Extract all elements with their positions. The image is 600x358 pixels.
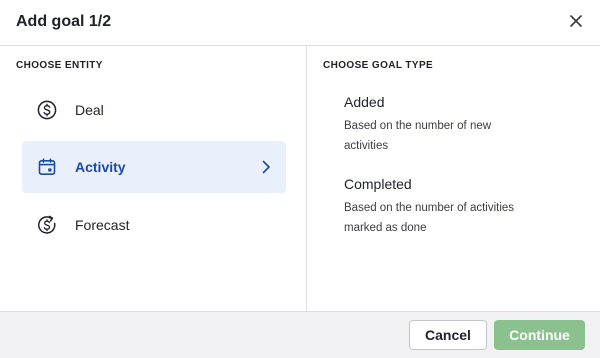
choose-entity-heading: CHOOSE ENTITY xyxy=(16,60,103,71)
goal-type-description: Based on the number of new activities xyxy=(344,120,492,152)
chevron-right-icon xyxy=(258,158,274,176)
goal-type-added[interactable]: Added Based on the number of new activit… xyxy=(344,94,574,156)
entity-label-forecast: Forecast xyxy=(75,217,130,233)
dialog-footer: Cancel Continue xyxy=(0,311,600,358)
goal-type-name: Completed xyxy=(344,176,412,192)
dialog-title: Add goal 1/2 xyxy=(16,13,112,30)
entity-item-forecast[interactable]: Forecast xyxy=(22,199,286,251)
choose-goal-type-heading: CHOOSE GOAL TYPE xyxy=(323,60,434,71)
dialog-body: CHOOSE ENTITY Deal Activity Forecast CHO… xyxy=(0,46,600,311)
cancel-button[interactable]: Cancel xyxy=(409,320,487,350)
dollar-circle-icon xyxy=(36,99,58,121)
goal-type-description: Based on the number of activities marked… xyxy=(344,202,515,234)
forecast-icon xyxy=(36,214,58,236)
entity-label-activity: Activity xyxy=(75,159,126,175)
entity-item-deal[interactable]: Deal xyxy=(22,84,286,136)
goal-type-column: CHOOSE GOAL TYPE Added Based on the numb… xyxy=(308,46,600,311)
entity-column: CHOOSE ENTITY Deal Activity Forecast xyxy=(0,46,307,311)
entity-item-activity[interactable]: Activity xyxy=(22,141,286,193)
goal-type-completed[interactable]: Completed Based on the number of activit… xyxy=(344,176,574,238)
entity-label-deal: Deal xyxy=(75,102,104,118)
close-icon xyxy=(569,14,583,33)
goal-type-name: Added xyxy=(344,94,385,110)
calendar-icon xyxy=(36,156,58,178)
continue-button[interactable]: Continue xyxy=(494,320,585,350)
dialog-header: Add goal 1/2 xyxy=(0,0,600,46)
close-button[interactable] xyxy=(566,13,586,33)
add-goal-dialog: Add goal 1/2 CHOOSE ENTITY Deal Activity… xyxy=(0,0,600,358)
